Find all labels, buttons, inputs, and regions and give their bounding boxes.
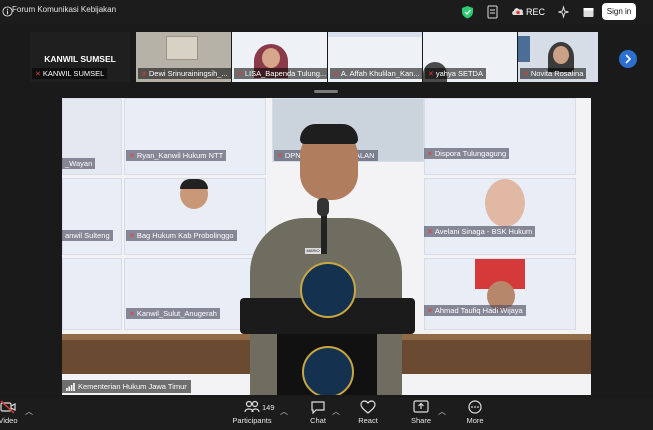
- participant-name-label: ✕ KANWIL SUMSEL: [32, 68, 108, 79]
- video-label: Video: [0, 416, 18, 425]
- share-label: Share: [410, 416, 431, 425]
- participants-icon: [244, 400, 260, 413]
- participant-face: [553, 46, 569, 64]
- chevron-up-icon[interactable]: ︿: [280, 406, 288, 417]
- participant-name-label: ✕ Dewi Srinurainingsih_...: [138, 68, 231, 79]
- participant-strip: KANWIL SUMSEL ✕ KANWIL SUMSEL ✕ Dewi Srinu…: [0, 28, 653, 86]
- speaker-nameplate: MARIO: [305, 248, 321, 254]
- gallery-label: ✕ Ryan_Kanwil Hukum NTT: [126, 150, 227, 161]
- gallery-label: ✕ Avelani Sinaga - BSK Hukum: [424, 226, 536, 237]
- share-screen-icon: [413, 400, 429, 413]
- notes-icon[interactable]: [486, 5, 499, 19]
- calendar-icon[interactable]: [582, 5, 595, 19]
- mic-muted-icon: ✕: [333, 70, 339, 78]
- emblem-logo: [302, 346, 354, 395]
- mic-muted-icon: ✕: [35, 70, 41, 78]
- gallery-tile: [424, 258, 576, 330]
- gallery-tile: [62, 258, 122, 330]
- participant-name-label: ✕ LISA_Bapenda Tulung...: [234, 68, 327, 79]
- sparkle-icon[interactable]: [557, 5, 570, 19]
- chat-label: Chat: [310, 416, 326, 425]
- gallery-label: ✕ Ahmad Taufiq Hadi Wijaya: [424, 305, 526, 316]
- title-bar: Forum Komunikasi Kebijakan REC Sign in: [0, 0, 653, 24]
- next-page-button[interactable]: [619, 50, 637, 68]
- participant-display-name: KANWIL SUMSEL: [44, 54, 116, 64]
- cloud-record-icon[interactable]: [511, 5, 525, 17]
- react-button[interactable]: React: [338, 400, 398, 428]
- participant-name-label: ✕ Novita Rosalina: [520, 68, 587, 79]
- gallery-label: ✕ Bag Hukum Kab Probolinggo: [126, 230, 237, 241]
- participant-tile[interactable]: ✕ Dewi Srinurainingsih_...: [136, 32, 231, 82]
- mic-muted-icon: ✕: [523, 70, 529, 78]
- gallery-label: anwil Sulteng: [62, 230, 113, 241]
- participant-face: [485, 179, 525, 227]
- gallery-tile: [62, 178, 122, 255]
- participant-name-label: ✕ yahya SETDA: [425, 68, 486, 79]
- participant-tile[interactable]: ✕ LISA_Bapenda Tulung...: [232, 32, 327, 82]
- signal-icon: [66, 382, 75, 391]
- wall-poster: [166, 36, 198, 60]
- more-icon: [468, 400, 482, 414]
- participant-name-label: ✕ A. Affah Khulilan_Kan...: [330, 68, 422, 79]
- gallery-tile: [124, 178, 266, 255]
- participant-tile[interactable]: ✕ yahya SETDA: [423, 32, 517, 82]
- mic-muted-icon: ✕: [428, 70, 434, 78]
- heart-icon: [360, 400, 376, 414]
- window-title: Forum Komunikasi Kebijakan: [12, 5, 117, 14]
- sign-in-button[interactable]: Sign in: [602, 3, 636, 20]
- video-off-icon: [0, 400, 16, 414]
- gallery-tile: [424, 178, 576, 255]
- shield-icon[interactable]: [461, 5, 474, 19]
- react-label: React: [358, 416, 378, 425]
- participant-face: [262, 48, 280, 68]
- meeting-toolbar: Video ︿ Participants 149 ︿ Chat ︿ React …: [0, 398, 653, 430]
- banner-stripe: [328, 32, 422, 37]
- gallery-label: ✕ Kanwil_Sulut_Anugerah: [126, 308, 220, 319]
- gallery-tile: [424, 98, 576, 175]
- chat-icon: [311, 401, 325, 414]
- participants-count: 149: [262, 403, 275, 412]
- mic-muted-icon: ✕: [237, 70, 243, 78]
- participant-tile[interactable]: KANWIL SUMSEL ✕ KANWIL SUMSEL: [30, 32, 130, 82]
- participants-label: Participants: [232, 416, 272, 425]
- active-speaker-label: Kementerian Hukum Jawa Timur: [62, 380, 191, 393]
- microphone: [317, 198, 329, 216]
- gallery-label: ✕ Dispora Tulungagung: [424, 148, 510, 159]
- strip-resize-handle[interactable]: [314, 90, 338, 93]
- gallery-tile: [124, 98, 266, 175]
- rec-label[interactable]: REC: [526, 7, 545, 17]
- mic-muted-icon: ✕: [141, 70, 147, 78]
- more-label: More: [466, 416, 484, 425]
- gallery-label: _Wayan: [62, 158, 96, 169]
- speaker-hair: [300, 124, 358, 144]
- participant-hair: [180, 179, 208, 189]
- emblem-logo: [300, 262, 356, 318]
- chevron-up-icon[interactable]: ︿: [25, 406, 33, 417]
- more-button[interactable]: More: [445, 400, 505, 428]
- participant-tile[interactable]: ✕ A. Affah Khulilan_Kan...: [328, 32, 422, 82]
- door-background: [518, 36, 530, 62]
- participant-tile[interactable]: ✕ Novita Rosalina: [518, 32, 598, 82]
- chevron-right-icon: [625, 54, 632, 64]
- main-video: _Wayan ✕ Ryan_Kanwil Hukum NTT ✕ Dispora T…: [62, 98, 591, 395]
